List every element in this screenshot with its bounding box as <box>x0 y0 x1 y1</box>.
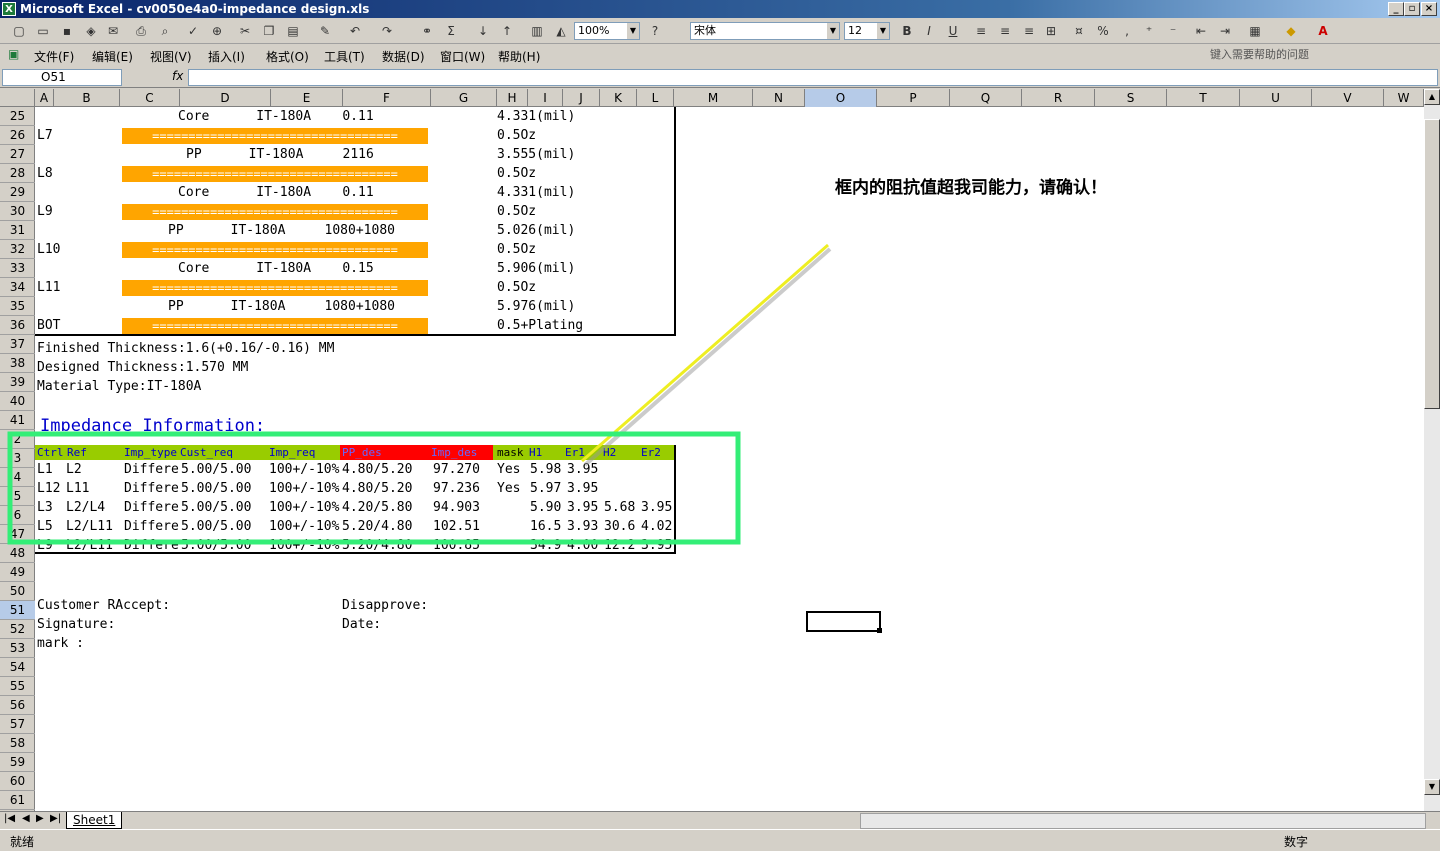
increase-indent-icon[interactable]: ⇥ <box>1216 22 1234 40</box>
help-icon[interactable]: ? <box>646 22 664 40</box>
title-bar: X Microsoft Excel - cv0050e4a0-impedance… <box>0 0 1440 18</box>
tab-prev-icon[interactable]: ◀ <box>22 813 30 824</box>
excel-icon[interactable]: X <box>2 2 16 16</box>
percent-button[interactable]: % <box>1094 22 1112 40</box>
tab-next-icon[interactable]: ▶ <box>36 813 44 824</box>
decrease-indent-icon[interactable]: ⇤ <box>1192 22 1210 40</box>
comma-button[interactable]: , <box>1118 22 1136 40</box>
help-search-input[interactable]: 键入需要帮助的问题 <box>1210 46 1385 64</box>
research-icon[interactable]: ⊕ <box>208 22 226 40</box>
scroll-up-icon[interactable]: ▲ <box>1424 89 1440 105</box>
italic-button[interactable]: I <box>920 22 938 40</box>
tab-first-icon[interactable]: |◀ <box>4 813 15 824</box>
annotation-box <box>10 434 738 542</box>
chevron-down-icon[interactable]: ▼ <box>827 23 839 39</box>
scroll-thumb[interactable] <box>1424 119 1440 409</box>
redo-icon[interactable]: ↷ <box>378 22 396 40</box>
menu-view[interactable]: 视图(V) <box>150 48 192 65</box>
status-ready: 就绪 <box>10 833 34 850</box>
tab-last-icon[interactable]: ▶| <box>50 813 61 824</box>
print-icon[interactable]: ⎙ <box>132 22 150 40</box>
font-select[interactable]: 宋体 ▼ <box>690 22 840 40</box>
restore-button[interactable]: ▫ <box>1404 2 1420 16</box>
horizontal-scrollbar[interactable] <box>860 813 1426 829</box>
increase-decimal-icon[interactable]: ⁺ <box>1140 22 1158 40</box>
print-preview-icon[interactable]: ⌕ <box>156 22 174 40</box>
save-icon[interactable]: ▪ <box>58 22 76 40</box>
bold-button[interactable]: B <box>898 22 916 40</box>
menu-file[interactable]: 文件(F) <box>34 48 74 65</box>
copy-icon[interactable]: ❐ <box>260 22 278 40</box>
hyperlink-icon[interactable]: ⚭ <box>418 22 436 40</box>
undo-icon[interactable]: ↶ <box>346 22 364 40</box>
spreadsheet-grid[interactable]: ABCDEFGHIJKLMNOPQRSTUVW 25 26 27 28 29 30 31 32… <box>0 89 1424 811</box>
sort-desc-icon[interactable]: ↑ <box>498 22 516 40</box>
workbook-icon[interactable]: ▣ <box>8 47 19 61</box>
menu-edit[interactable]: 编辑(E) <box>92 48 133 65</box>
tab-sheet1[interactable]: Sheet1 <box>66 812 122 829</box>
font-color-icon[interactable]: A <box>1314 22 1332 40</box>
font-size-select[interactable]: 12 ▼ <box>844 22 890 40</box>
drawing-icon[interactable]: ◭ <box>552 22 570 40</box>
align-center-icon[interactable]: ≡ <box>996 22 1014 40</box>
chart-icon[interactable]: ▥ <box>528 22 546 40</box>
menu-data[interactable]: 数据(D) <box>382 48 425 65</box>
toolbar: ▢ ▭ ▪ ◈ ✉ ⎙ ⌕ ✓ ⊕ ✂ ❐ ▤ ✎ ↶ ↷ ⚭ Σ ↓ ↑ ▥ … <box>0 18 1440 44</box>
formula-bar: O51 fx <box>0 66 1440 88</box>
scroll-down-icon[interactable]: ▼ <box>1424 779 1440 795</box>
spelling-icon[interactable]: ✓ <box>184 22 202 40</box>
status-numlock: 数字 <box>1284 833 1308 850</box>
name-box[interactable]: O51 <box>2 69 122 86</box>
close-button[interactable]: × <box>1421 2 1437 16</box>
underline-button[interactable]: U <box>944 22 962 40</box>
minimize-button[interactable]: _ <box>1388 2 1404 16</box>
annotation-arrow <box>582 245 828 461</box>
fill-color-icon[interactable]: ◆ <box>1282 22 1300 40</box>
chevron-down-icon[interactable]: ▼ <box>877 23 889 39</box>
format-painter-icon[interactable]: ✎ <box>316 22 334 40</box>
formula-input[interactable] <box>188 69 1438 86</box>
cut-icon[interactable]: ✂ <box>236 22 254 40</box>
align-right-icon[interactable]: ≡ <box>1020 22 1038 40</box>
chevron-down-icon[interactable]: ▼ <box>627 23 639 39</box>
sort-asc-icon[interactable]: ↓ <box>474 22 492 40</box>
fx-icon[interactable]: fx <box>172 69 183 83</box>
align-left-icon[interactable]: ≡ <box>972 22 990 40</box>
window-title: Microsoft Excel - cv0050e4a0-impedance d… <box>20 0 369 18</box>
currency-icon[interactable]: ¤ <box>1070 22 1088 40</box>
email-icon[interactable]: ✉ <box>104 22 122 40</box>
annotation-overlay <box>0 89 1424 811</box>
sheet-tab-bar: |◀ ◀ ▶ ▶| Sheet1 <box>0 811 1440 829</box>
status-bar: 就绪 数字 <box>0 829 1440 851</box>
autosum-icon[interactable]: Σ <box>442 22 460 40</box>
menu-window[interactable]: 窗口(W) <box>440 48 485 65</box>
vertical-scrollbar[interactable]: ▲ ▼ <box>1424 89 1440 811</box>
menu-tools[interactable]: 工具(T) <box>324 48 365 65</box>
permission-icon[interactable]: ◈ <box>82 22 100 40</box>
zoom-select[interactable]: 100% ▼ <box>574 22 640 40</box>
menu-insert[interactable]: 插入(I) <box>208 48 245 65</box>
menu-format[interactable]: 格式(O) <box>266 48 309 65</box>
new-icon[interactable]: ▢ <box>10 22 28 40</box>
borders-icon[interactable]: ▦ <box>1246 22 1264 40</box>
decrease-decimal-icon[interactable]: ⁻ <box>1164 22 1182 40</box>
paste-icon[interactable]: ▤ <box>284 22 302 40</box>
open-icon[interactable]: ▭ <box>34 22 52 40</box>
merge-center-icon[interactable]: ⊞ <box>1042 22 1060 40</box>
menu-help[interactable]: 帮助(H) <box>498 48 540 65</box>
